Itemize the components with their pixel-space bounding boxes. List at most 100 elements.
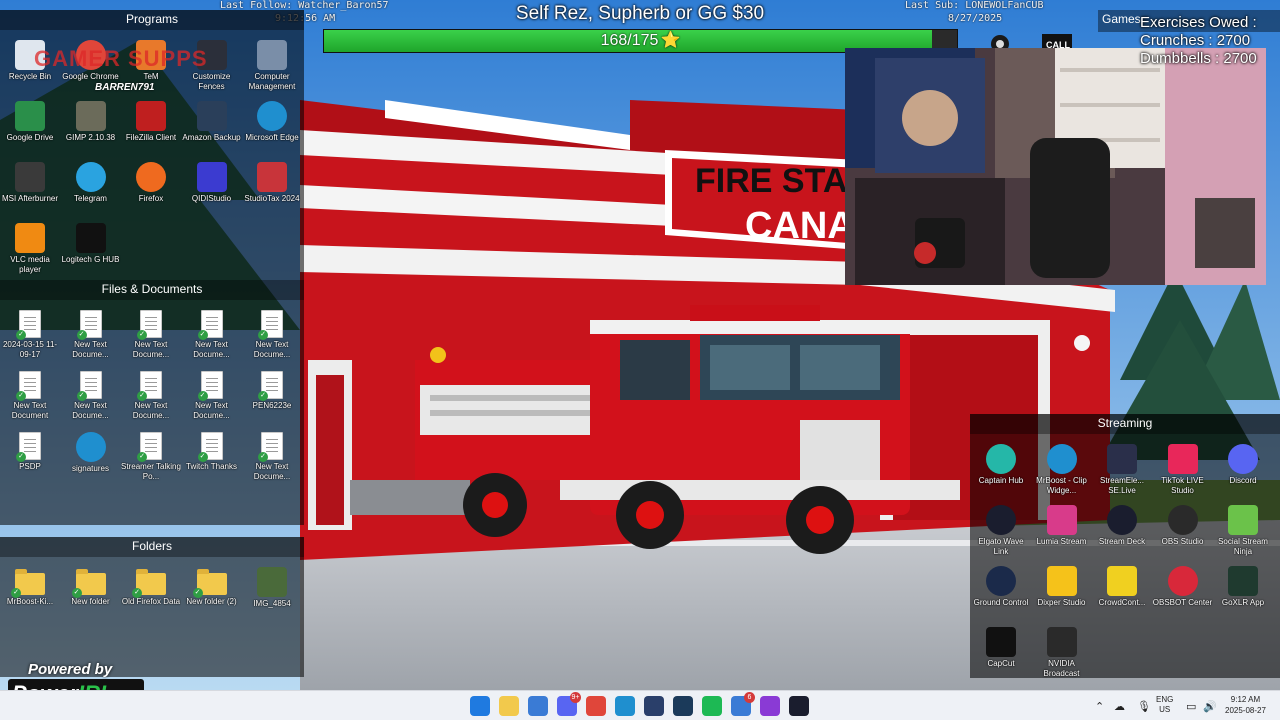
text-document-icon — [16, 371, 41, 401]
desktop-icon-qidistudio[interactable]: QIDIStudio — [182, 162, 242, 204]
desktop-icon-vlc-media-player[interactable]: VLC media player — [0, 223, 60, 275]
arrow-taskbar-icon[interactable] — [789, 696, 809, 716]
chrome-taskbar-icon[interactable] — [586, 696, 606, 716]
gamer-supps-logo: GAMER SUPPS — [34, 46, 208, 71]
store-icon[interactable] — [528, 696, 548, 716]
network-icon[interactable]: ▭ — [1186, 691, 1196, 720]
notification-badge: 6 — [744, 692, 755, 703]
stream-deck-taskbar-icon[interactable] — [644, 696, 664, 716]
desktop-icon-lumia-stream[interactable]: Lumia Stream — [1032, 505, 1092, 547]
desktop-icon-google-drive[interactable]: Google Drive — [0, 101, 60, 143]
desktop-icon-new-text-docume[interactable]: New Text Docume... — [242, 310, 302, 360]
desktop-icon-twitch-thanks[interactable]: Twitch Thanks — [182, 432, 242, 472]
desktop-icon-logitech-g-hub[interactable]: Logitech G HUB — [61, 223, 121, 265]
desktop-icon-streamele-se-live[interactable]: StreamEle... SE.Live — [1092, 444, 1152, 496]
desktop-icon-firefox[interactable]: Firefox — [121, 162, 181, 204]
tray-chevron-icon[interactable]: ⌃ — [1095, 691, 1104, 720]
text-document-icon — [197, 310, 223, 340]
desktop-icon-new-text-docume[interactable]: New Text Docume... — [182, 310, 242, 360]
gimp-icon — [75, 101, 106, 131]
desktop-icon-microsoft-edge[interactable]: Microsoft Edge — [242, 101, 302, 143]
desktop-icon-nvidia-broadcast[interactable]: NVIDIA Broadcast — [1032, 627, 1092, 679]
desktop-icon-old-firefox-data[interactable]: Old Firefox Data — [121, 567, 181, 607]
edge-taskbar-icon[interactable] — [615, 696, 635, 716]
desktop-icon-label: TikTok LIVE Studio — [1161, 476, 1204, 495]
desktop-icon-signatures[interactable]: signatures — [61, 432, 121, 474]
desktop-icon-captain-hub[interactable]: Captain Hub — [971, 444, 1031, 486]
desktop-icon-label: OBS Studio — [1161, 537, 1204, 546]
desktop-icon-label: IMG_4854 — [253, 599, 291, 608]
taskbar-clock[interactable]: 9:12 AM 2025-08-27 — [1225, 694, 1266, 716]
desktop-icon-label: New Text Docume... — [72, 340, 109, 359]
desktop-icon-new-folder-2[interactable]: New folder (2) — [182, 567, 242, 607]
desktop-icon-obs-studio[interactable]: OBS Studio — [1153, 505, 1213, 547]
desktop-icon-label: VLC media player — [10, 255, 50, 274]
desktop-icon-psdp[interactable]: PSDP — [0, 432, 60, 472]
fence-title-programs[interactable]: Programs — [0, 10, 304, 30]
desktop-icon-new-text-docume[interactable]: New Text Docume... — [182, 371, 242, 421]
desktop-icon-new-text-docume[interactable]: New Text Docume... — [121, 371, 181, 421]
volume-icon[interactable]: 🔊 — [1203, 691, 1217, 720]
qidistudio-icon — [196, 162, 227, 192]
desktop-icon-mrboost-ki[interactable]: MrBoost-Ki... — [0, 567, 60, 607]
clock-time: 9:12 AM — [1230, 695, 1261, 704]
spotify-taskbar-icon[interactable] — [702, 696, 722, 716]
edge-icon — [1046, 444, 1077, 474]
language-code: ENG — [1156, 695, 1174, 704]
fence-title-folders[interactable]: Folders — [0, 537, 304, 557]
desktop-icon-new-folder[interactable]: New folder — [61, 567, 121, 607]
goal-progress-value: 168/175 — [600, 32, 659, 49]
desktop-icon-capcut[interactable]: CapCut — [971, 627, 1031, 669]
microphone-icon[interactable]: 🎙 — [1137, 691, 1151, 720]
msi-afterburner-icon — [15, 162, 45, 192]
desktop-icon-amazon-backup[interactable]: Amazon Backup — [182, 101, 242, 143]
stream-deck-icon — [1107, 505, 1137, 535]
app-taskbar-icon[interactable]: 6 — [731, 692, 755, 716]
desktop-icon-stream-deck[interactable]: Stream Deck — [1092, 505, 1152, 547]
desktop-icon-crowdcont[interactable]: CrowdCont... — [1092, 566, 1152, 608]
desktop-icon-mrboost-clip-widge[interactable]: MrBoost - Clip Widge... — [1032, 444, 1092, 496]
start-icon[interactable] — [470, 696, 490, 716]
desktop-icon-discord[interactable]: Discord — [1213, 444, 1273, 486]
google-drive-icon — [15, 101, 45, 131]
desktop-icon-new-text-docume[interactable]: New Text Docume... — [121, 310, 181, 360]
desktop-icon-social-stream-ninja[interactable]: Social Stream Ninja — [1213, 505, 1273, 557]
desktop-icon-new-text-docume[interactable]: New Text Docume... — [242, 432, 302, 482]
desktop-icon-elgato-wave-link[interactable]: Elgato Wave Link — [971, 505, 1031, 557]
text-document-icon — [76, 371, 102, 401]
star-icon: ⭐ — [660, 32, 681, 49]
desktop-icon-streamer-talking-po[interactable]: Streamer Talking Po... — [121, 432, 181, 482]
desktop-icon-gimp-2-10-38[interactable]: GIMP 2.10.38 — [61, 101, 121, 143]
fence-title-files[interactable]: Files & Documents — [0, 280, 304, 300]
desktop-icon-tiktok-live-studio[interactable]: TikTok LIVE Studio — [1153, 444, 1213, 496]
desktop-icon-filezilla-client[interactable]: FileZilla Client — [121, 101, 181, 143]
desktop-icon-ground-control[interactable]: Ground Control — [971, 566, 1031, 608]
desktop-icon-telegram[interactable]: Telegram — [61, 162, 121, 204]
desktop-icon-new-text-docume[interactable]: New Text Docume... — [61, 310, 121, 360]
desktop-icon-label: Google Drive — [6, 133, 54, 142]
fence-title-streaming[interactable]: Streaming — [970, 414, 1280, 434]
cloud-icon[interactable]: ☁ — [1114, 691, 1125, 720]
social-stream-taskbar-icon[interactable] — [760, 696, 780, 716]
desktop-icon-obsbot-center[interactable]: OBSBOT Center — [1153, 566, 1213, 608]
desktop-icon-label: MSI Afterburner — [1, 194, 59, 203]
desktop-icon-computer-management[interactable]: Computer Management — [242, 40, 302, 92]
desktop-icon-pen6223e[interactable]: PEN6223e — [242, 371, 302, 411]
desktop-icon-2024-03-15-11-09-17[interactable]: 2024-03-15 11-09-17 — [0, 310, 60, 360]
language-indicator[interactable]: ENG US — [1156, 695, 1173, 715]
desktop-icon-label: New Text Docume... — [72, 401, 109, 420]
desktop-icon-label: GoXLR App — [1221, 598, 1265, 607]
desktop-icon-new-text-docume[interactable]: New Text Docume... — [61, 371, 121, 421]
desktop-icon-studiotax-2024[interactable]: StudioTax 2024 — [242, 162, 302, 204]
discord-taskbar-icon[interactable]: 9+ — [557, 692, 581, 716]
file-explorer-icon[interactable] — [499, 696, 519, 716]
desktop-icon-img-4854[interactable]: IMG_4854 — [242, 567, 302, 609]
steam-taskbar-icon[interactable] — [673, 696, 693, 716]
desktop-icon-goxlr-app[interactable]: GoXLR App — [1213, 566, 1273, 608]
desktop-icon-msi-afterburner[interactable]: MSI Afterburner — [0, 162, 60, 204]
desktop-icon-label: Google Chrome — [62, 72, 119, 81]
desktop-icon-dixper-studio[interactable]: Dixper Studio — [1032, 566, 1092, 608]
desktop-icon-new-text-document[interactable]: New Text Document — [0, 371, 60, 421]
discord-icon — [1228, 444, 1258, 474]
text-document-icon — [197, 432, 223, 462]
